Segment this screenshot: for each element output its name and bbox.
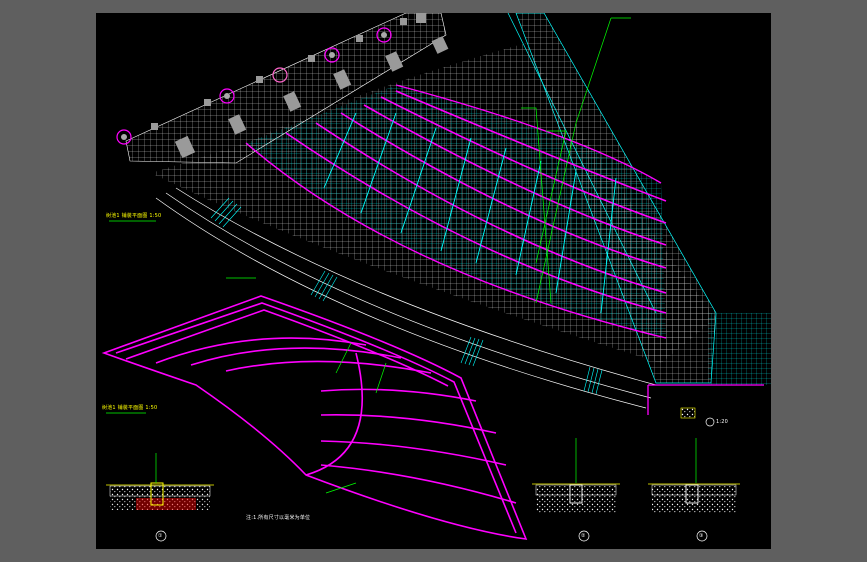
section-detail-2 xyxy=(532,438,620,542)
cad-drawing-viewport[interactable]: 树池1 铺装平面图 1:50 树池1 铺装平面图 1:50 注:1.所有尺寸以毫… xyxy=(96,13,771,549)
magenta-boundary xyxy=(647,384,764,415)
detail-scale: 1:20 xyxy=(716,419,729,425)
section-detail-3 xyxy=(648,438,740,542)
plan-label-2: 树池1 铺装平面图 1:50 xyxy=(102,405,158,411)
small-detail-marker xyxy=(680,407,715,427)
section-detail-1 xyxy=(106,453,214,542)
note-text: 注:1.所有尺寸以毫米为单位 xyxy=(246,515,311,521)
detail-marker-3: ③ xyxy=(699,533,704,539)
plan-label-1: 树池1 铺装平面图 1:50 xyxy=(106,213,162,219)
detail-marker-1: ① xyxy=(158,533,163,539)
detail-marker-2: ② xyxy=(581,533,586,539)
cad-drawing-svg xyxy=(101,13,771,542)
